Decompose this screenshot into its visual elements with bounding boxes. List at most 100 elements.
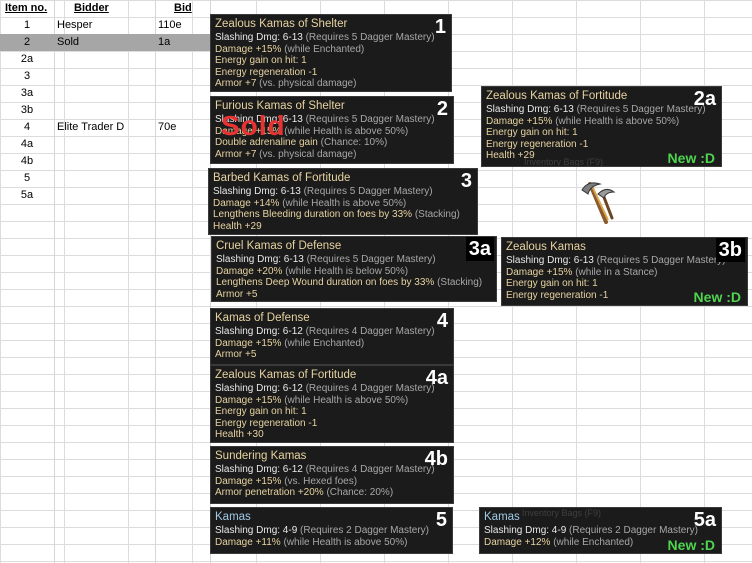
item-tooltip-2a: Zealous Kamas of Fortitude Slashing Dmg: … [481,86,722,167]
item-property: Damage +14% (while Health is above 50%) [213,198,473,210]
item-property: Energy gain on hit: 1 [215,406,449,418]
table-row[interactable]: 2a [0,51,210,68]
sold-overlay: Sold [221,110,286,141]
item-property: Energy regeneration -1 [486,139,717,151]
item-tooltip-3a: Cruel Kamas of Defense Slashing Dmg: 6-13… [211,236,497,302]
property-value: Slashing Dmg: 4-9 [484,525,567,536]
table-row[interactable]: 5 [0,170,210,187]
item-property: Health +30 [215,429,449,441]
property-value: Energy regeneration -1 [486,138,589,150]
property-value: Damage +15% [215,337,282,349]
cell-item-no[interactable]: 4b [0,153,54,170]
item-number-label: 5a [693,509,716,531]
property-value: Damage +15% [506,266,573,278]
item-property: Slashing Dmg: 6-13 (Requires 5 Dagger Ma… [506,255,743,267]
property-condition: (Chance: 10%) [317,137,388,148]
cell-item-no[interactable]: 3b [0,102,54,119]
property-value: Damage +14% [213,197,280,209]
cell-item-no[interactable]: 3 [0,68,54,85]
item-property: Energy gain on hit: 1 [215,55,447,67]
item-title: Zealous Kamas of Shelter [215,18,348,30]
item-property: Damage +15% (while Health is above 50%) [215,395,449,407]
property-condition: (while Health is above 50%) [280,536,408,548]
property-value: Energy regeneration -1 [506,289,609,301]
item-property: Slashing Dmg: 4-9 (Requires 2 Dagger Mas… [215,525,448,537]
cell-bid[interactable]: 70e [158,119,208,136]
cell-bid[interactable]: 1a [158,34,208,51]
property-value: Armor penetration +20% [215,487,324,498]
property-value: Slashing Dmg: 6-13 [215,32,303,43]
new-badge: New :D [667,536,715,553]
item-number-label: 1 [434,16,446,38]
item-property: Slashing Dmg: 6-13 (Requires 5 Dagger Ma… [486,104,717,116]
property-condition: (vs. physical damage) [256,78,357,89]
table-row[interactable]: 3a [0,85,210,102]
cell-item-no[interactable]: 1 [0,17,54,34]
item-number-label: 2a [693,88,716,110]
cell-bid[interactable]: 110e [158,17,208,34]
cell-item-no[interactable]: 4 [0,119,54,136]
item-tooltip-4b: Sundering Kamas Slashing Dmg: 6-12 (Requi… [210,446,454,504]
property-value: Damage +15% [215,43,282,55]
table-row[interactable]: 3b [0,102,210,119]
item-property: Armor penetration +20% (Chance: 20%) [215,487,449,499]
property-condition: (while Enchanted) [281,43,365,55]
item-number-label: 4b [424,448,448,470]
table-row[interactable]: 4b [0,153,210,170]
property-condition: (Requires 2 Dagger Mastery) [297,525,429,536]
item-property: Armor +5 [216,289,492,301]
item-property: Damage +15% (while in a Stance) [506,267,743,279]
property-condition: (Requires 5 Dagger Mastery) [573,104,706,115]
property-value: Lengthens Bleeding duration on foes by 3… [213,209,413,220]
cell-item-no[interactable]: 4a [0,136,54,153]
cell-bidder[interactable]: Elite Trader D [57,119,153,136]
cell-bidder[interactable]: Hesper [57,17,153,34]
cell-item-no[interactable]: 5a [0,187,54,204]
item-tooltip-4a: Zealous Kamas of Fortitude Slashing Dmg: … [210,365,454,443]
property-value: Slashing Dmg: 6-13 [486,104,574,115]
cell-bidder[interactable]: Sold [57,34,153,51]
table-row[interactable]: 4a [0,136,210,153]
property-value: Slashing Dmg: 6-13 [506,255,594,266]
property-condition: (Stacking) [434,277,483,288]
property-condition: (vs. physical damage) [256,148,357,160]
item-number-label: 4a [425,367,448,389]
table-row[interactable]: 4 Elite Trader D 70e [0,119,210,136]
property-value: Damage +15% [215,394,282,406]
property-value: Slashing Dmg: 6-12 [215,383,303,394]
item-title: Kamas of Defense [215,312,310,324]
property-condition: (while Health is above 50%) [552,115,680,127]
cell-item-no[interactable]: 3a [0,85,54,102]
table-row[interactable]: 1 Hesper 110e [0,17,210,34]
cell-item-no[interactable]: 2 [0,34,54,51]
item-tooltip-5a: Kamas Slashing Dmg: 4-9 (Requires 2 Dagge… [479,507,722,554]
cell-item-no[interactable]: 5 [0,170,54,187]
item-number-label: 3a [465,237,494,261]
property-value: Damage +15% [215,475,282,487]
property-value: Damage +20% [216,265,283,277]
property-value: Armor +5 [216,288,258,300]
property-value: Armor +5 [215,349,257,360]
property-value: Damage +12% [484,536,551,548]
item-number-label: 3 [460,170,472,192]
property-value: Energy gain on hit: 1 [506,278,598,289]
new-badge: New :D [667,149,715,166]
table-row[interactable]: 2 Sold 1a [0,34,210,51]
cell-item-no[interactable]: 2a [0,51,54,68]
item-tooltip-5: Kamas Slashing Dmg: 4-9 (Requires 2 Dagge… [210,507,453,554]
header-bid[interactable]: Bid [174,0,192,17]
header-item-no[interactable]: Item no. [5,0,47,17]
table-row[interactable]: 3 [0,68,210,85]
item-property: Energy regeneration -1 [215,67,447,79]
header-bidder[interactable]: Bidder [74,0,109,17]
item-property: Slashing Dmg: 6-13 (Requires 5 Dagger Ma… [215,32,447,44]
item-property: Slashing Dmg: 6-12 (Requires 4 Dagger Ma… [215,326,449,338]
item-property: Damage +20% (while Health is below 50%) [216,266,492,278]
background-inventory-text: Inventory Bags (F9) [522,508,602,518]
item-number-label: 4 [436,310,448,332]
property-value: Energy gain on hit: 1 [215,55,307,66]
table-row[interactable]: 5a [0,187,210,204]
property-condition: (while Enchanted) [550,536,634,548]
item-property: Damage +15% (while Enchanted) [215,44,447,56]
property-condition: (Requires 4 Dagger Mastery) [302,383,435,394]
